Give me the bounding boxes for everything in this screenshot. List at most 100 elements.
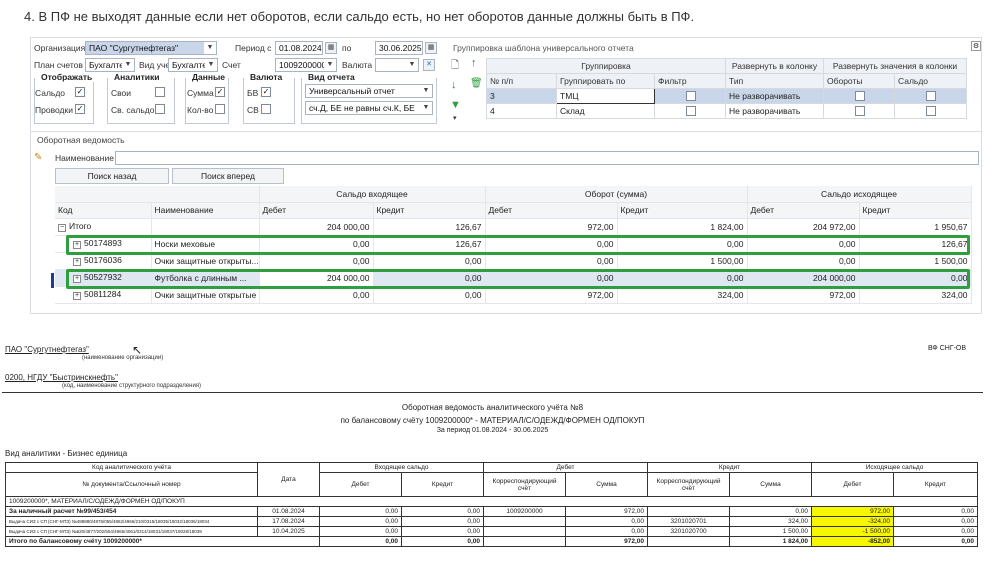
chevron-down-icon[interactable]: ▼ xyxy=(122,59,134,71)
cell: 126,67 xyxy=(859,235,972,253)
table-row: Выдача СИЗ с СП (СНГ-МТЗ) №488880/4876/0… xyxy=(5,516,979,527)
app-window: Организация ПАО "Сургутнефтегаз" ▼ Период… xyxy=(30,37,982,314)
currency-field[interactable]: ▼ xyxy=(375,58,419,72)
cell: 0,00 xyxy=(259,286,374,304)
saldo-checkbox[interactable]: ✓ xyxy=(75,87,85,97)
col-header[interactable]: Дебет xyxy=(485,202,618,219)
plan-field[interactable]: Бухгалте ▼ xyxy=(85,58,135,72)
account-value: 1009200000 xyxy=(279,60,327,70)
report-type-select[interactable]: Универсальный отчет ▼ xyxy=(305,84,433,98)
table-row[interactable]: +50176036 Очки защитные открыты... 0,00 … xyxy=(55,252,972,270)
filter-icon[interactable]: ▼ xyxy=(450,99,461,111)
arrow-down-icon[interactable]: ↓ xyxy=(451,79,457,91)
collapse-icon[interactable]: − xyxy=(58,224,66,232)
chevron-down-icon[interactable]: ▼ xyxy=(420,102,432,114)
chevron-down-icon[interactable]: ▼ xyxy=(406,59,418,71)
account-field[interactable]: 1009200000 ▼ xyxy=(275,58,337,72)
template-title: Группировка шаблона универсального отчет… xyxy=(453,43,634,53)
chevron-down-icon[interactable]: ▼ xyxy=(324,59,336,71)
turnover-checkbox[interactable] xyxy=(855,106,865,116)
cell: 1 500,00 xyxy=(729,526,813,537)
search-back-button[interactable]: Поиск назад xyxy=(55,168,169,184)
date-from-field[interactable]: 01.08.2024 xyxy=(275,41,323,55)
col-header[interactable]: Кредит xyxy=(859,202,972,219)
svsaldo-checkbox[interactable] xyxy=(155,104,165,114)
col-header: Группировать по xyxy=(556,73,655,89)
search-forward-button[interactable]: Поиск вперед xyxy=(172,168,284,184)
table-row[interactable]: +50811284 Очки защитные открытые 0,00 0,… xyxy=(55,286,972,304)
cell: 0,00 xyxy=(893,536,979,547)
vid-field[interactable]: Бухгалте ▼ xyxy=(168,58,218,72)
chevron-down-icon[interactable]: ▼ xyxy=(204,42,216,54)
clear-icon[interactable]: ✕ xyxy=(423,59,435,71)
template-table: Группировка Развернуть в колонку Разверн… xyxy=(486,58,968,119)
table-row[interactable]: 4 Склад Не разворачивать xyxy=(486,103,968,119)
date-to-field[interactable]: 30.06.2025 xyxy=(375,41,423,55)
cell: -852,00 xyxy=(811,536,895,547)
row-name: Очки защитные открытые xyxy=(151,286,260,304)
group-by-cell[interactable]: Склад xyxy=(556,103,655,119)
cell xyxy=(647,506,731,517)
plan-value: Бухгалте xyxy=(89,60,125,70)
document-icon[interactable]: 🗋 xyxy=(451,58,459,75)
table-row-selected[interactable]: +50527932 Футболка с длинным ... 204 000… xyxy=(55,269,972,287)
cell: 0,00 xyxy=(729,506,813,517)
chevron-down-icon[interactable]: ▼ xyxy=(420,85,432,97)
cell: 0,00 xyxy=(401,516,484,527)
name-filter-input[interactable] xyxy=(115,151,979,165)
filter-select[interactable]: сч.Д, БЕ не равны сч.К, БЕ ▼ xyxy=(305,101,433,115)
cell: 0,00 xyxy=(747,235,860,253)
cell: 0,00 xyxy=(617,269,748,287)
cell: 324,00 xyxy=(729,516,813,527)
cell: 0,00 xyxy=(319,536,402,547)
type-cell[interactable]: Не разворачивать xyxy=(725,103,824,119)
saldo-col-checkbox[interactable] xyxy=(926,91,936,101)
table-row[interactable]: 3 ТМЦ Не разворачивать xyxy=(486,88,968,104)
report-table: Код аналитического учёта Дата Входящее с… xyxy=(4,462,979,547)
table-row[interactable]: +50174893 Носки меховые 0,00 126,67 0,00… xyxy=(55,235,972,253)
bv-checkbox[interactable]: ✓ xyxy=(261,87,271,97)
cell: 01.08.2024 xyxy=(257,506,320,517)
group-by-cell[interactable]: ТМЦ xyxy=(556,88,655,104)
cell: 204 000,00 xyxy=(259,269,374,287)
expand-icon[interactable]: + xyxy=(73,258,81,266)
edit-icon[interactable]: ✎ xyxy=(34,152,42,163)
expand-icon[interactable]: + xyxy=(73,241,81,249)
provodki-checkbox[interactable]: ✓ xyxy=(75,104,85,114)
cell: 126,67 xyxy=(373,235,486,253)
report-form-code: ВФ СНГ-ОВ xyxy=(928,345,967,352)
filter-checkbox[interactable] xyxy=(686,91,696,101)
col-header[interactable]: Дебет xyxy=(259,202,374,219)
col-header[interactable]: Наименование xyxy=(151,202,260,219)
sv-checkbox[interactable] xyxy=(261,104,271,114)
calendar-icon[interactable]: ▦ xyxy=(325,42,337,54)
cell: 324,00 xyxy=(617,286,748,304)
arrow-up-icon[interactable]: ↑ xyxy=(471,57,477,69)
col-header[interactable]: Код xyxy=(55,202,152,219)
delete-icon[interactable]: 🗑 xyxy=(470,78,483,89)
col-header[interactable]: Дебет xyxy=(747,202,860,219)
cell: 972,00 xyxy=(811,506,895,517)
turnover-checkbox[interactable] xyxy=(855,91,865,101)
saldo-col-checkbox[interactable] xyxy=(926,106,936,116)
chevron-down-icon[interactable]: ▼ xyxy=(205,59,217,71)
table-row[interactable]: − Итого 204 000,00 126,67 972,00 1 824,00… xyxy=(55,218,972,236)
summa-checkbox[interactable]: ✓ xyxy=(215,87,225,97)
expand-icon[interactable]: + xyxy=(73,292,81,300)
org-field[interactable]: ПАО "Сургутнефтегаз" ▼ xyxy=(85,41,217,55)
row-name: Носки меховые xyxy=(151,235,260,253)
h-sub: Сумма xyxy=(729,472,813,497)
settings-icon[interactable]: ⚙ xyxy=(971,41,981,51)
type-cell[interactable]: Не разворачивать xyxy=(725,88,824,104)
calendar-icon[interactable]: ▦ xyxy=(425,42,437,54)
col-header[interactable]: Кредит xyxy=(617,202,748,219)
cell: 1 824,00 xyxy=(729,536,813,547)
col-header[interactable]: Кредит xyxy=(373,202,486,219)
vid-value: Бухгалте xyxy=(172,60,208,70)
cell: 0,00 xyxy=(859,269,972,287)
expand-icon[interactable]: + xyxy=(73,275,81,283)
more-icon[interactable]: ▾ xyxy=(453,114,457,122)
svoi-checkbox[interactable] xyxy=(155,87,165,97)
kolvo-checkbox[interactable] xyxy=(215,104,225,114)
filter-checkbox[interactable] xyxy=(686,106,696,116)
